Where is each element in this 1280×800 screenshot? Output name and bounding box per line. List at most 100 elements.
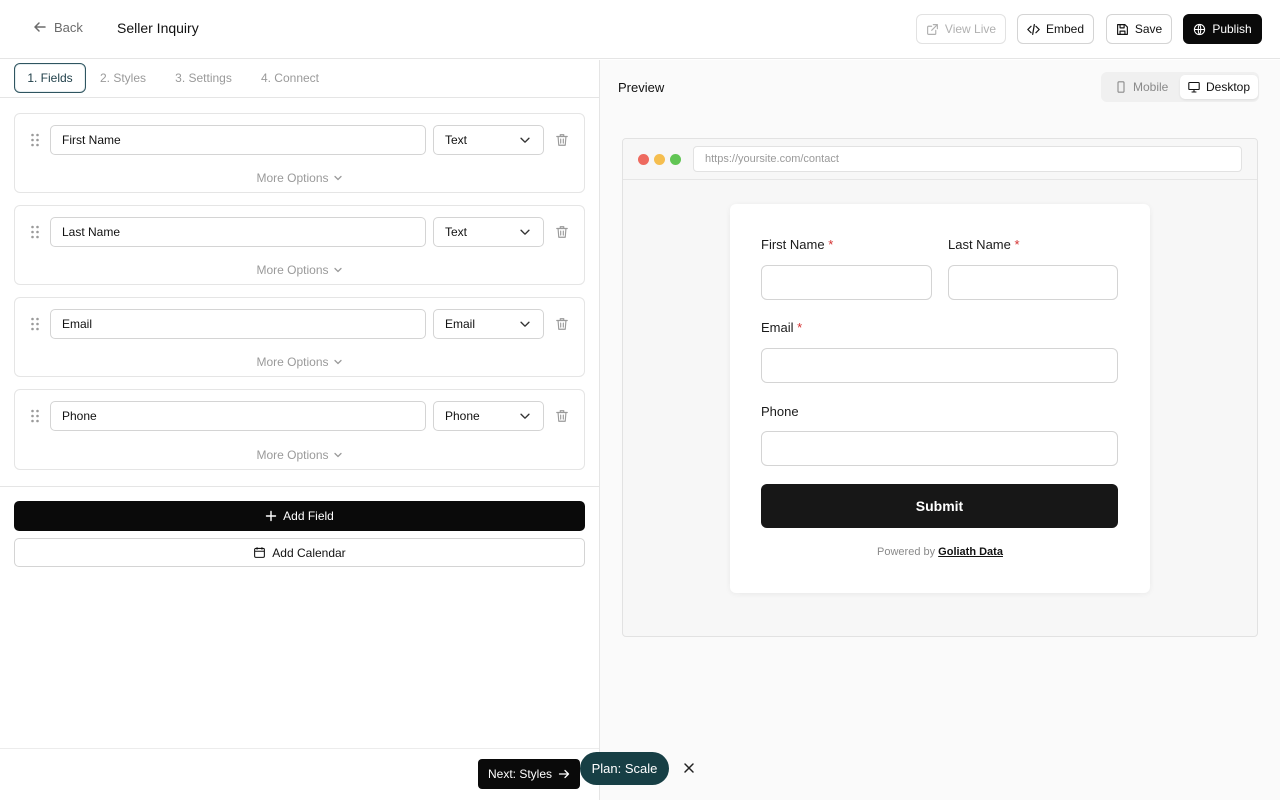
drag-handle-icon[interactable] [30,316,40,332]
device-toggle: Mobile Desktop [1101,72,1259,102]
window-minimize-dot [654,154,665,165]
field-type-select[interactable]: Email [433,309,544,339]
chevron-down-icon [520,321,530,327]
browser-frame: https://yoursite.com/contact First Name … [622,138,1258,637]
plan-badge[interactable]: Plan: Scale [580,752,669,785]
globe-icon [1194,23,1206,35]
step-tabs: 1. Fields 2. Styles 3. Settings 4. Conne… [0,60,599,98]
browser-bar: https://yoursite.com/contact [623,139,1257,180]
next-label: Next: Styles [487,767,553,781]
drag-handle-icon[interactable] [30,408,40,424]
chevron-down-icon [520,413,530,419]
field-row: Email Email More Options [14,297,585,377]
add-field-label: Add Field [283,509,334,523]
tab-settings[interactable]: 3. Settings [170,63,237,93]
top-bar: Back Seller Inquiry View Live Embed Save… [0,0,1280,59]
window-maximize-dot [670,154,681,165]
preview-title: Preview [618,80,665,95]
field-type-value: Phone [445,409,480,423]
back-button[interactable]: Back [32,19,83,35]
add-field-button[interactable]: Add Field [14,501,585,531]
first-name-input[interactable] [761,265,932,300]
field-type-select[interactable]: Phone [433,401,544,431]
tab-connect[interactable]: 4. Connect [256,63,324,93]
device-mobile-button[interactable]: Mobile [1107,75,1176,99]
footer-divider [0,748,599,749]
field-name-input[interactable]: Phone [50,401,426,431]
drag-handle-icon[interactable] [30,132,40,148]
tab-styles[interactable]: 2. Styles [95,63,151,93]
embed-label: Embed [1045,22,1085,36]
divider [0,486,599,487]
more-options-label: More Options [256,263,329,277]
chevron-down-icon [520,137,530,143]
save-icon [1116,23,1128,35]
more-options-toggle[interactable]: More Options [15,171,584,185]
plus-icon [265,510,277,522]
add-calendar-label: Add Calendar [272,545,346,560]
field-type-select[interactable]: Text [433,125,544,155]
fields-panel: 1. Fields 2. Styles 3. Settings 4. Conne… [0,60,599,748]
add-calendar-button[interactable]: Add Calendar [14,538,585,567]
arrow-left-icon [34,22,46,32]
save-label: Save [1134,22,1163,36]
chevron-down-icon [333,359,342,365]
field-type-value: Email [445,317,476,331]
last-name-label: Last Name * [948,237,1020,252]
more-options-label: More Options [256,171,329,185]
trash-icon[interactable] [555,133,569,147]
back-label: Back [54,19,83,35]
external-link-icon [926,23,938,35]
more-options-label: More Options [256,355,329,369]
email-input[interactable] [761,348,1118,383]
more-options-toggle[interactable]: More Options [15,263,584,277]
more-options-toggle[interactable]: More Options [15,448,584,462]
trash-icon[interactable] [555,317,569,331]
close-icon[interactable] [682,761,696,775]
submit-button[interactable]: Submit [761,484,1118,528]
save-button[interactable]: Save [1106,14,1172,44]
chevron-down-icon [520,229,530,235]
phone-input[interactable] [761,431,1118,466]
field-name-input[interactable]: Email [50,309,426,339]
more-options-toggle[interactable]: More Options [15,355,584,369]
view-live-label: View Live [944,22,997,36]
view-live-button[interactable]: View Live [916,14,1006,44]
embed-button[interactable]: Embed [1017,14,1094,44]
publish-button[interactable]: Publish [1183,14,1262,44]
url-bar: https://yoursite.com/contact [693,146,1242,172]
mobile-icon [1117,81,1125,93]
monitor-icon [1188,81,1200,93]
last-name-input[interactable] [948,265,1118,300]
next-styles-button[interactable]: Next: Styles [478,759,580,789]
trash-icon[interactable] [555,409,569,423]
code-icon [1027,23,1040,35]
device-mobile-label: Mobile [1133,80,1169,94]
field-row: First Name Text More Options [14,113,585,193]
drag-handle-icon[interactable] [30,224,40,240]
field-name-input[interactable]: First Name [50,125,426,155]
form-preview-card: First Name * Last Name * Email * Phone S… [730,204,1150,593]
device-desktop-label: Desktop [1206,80,1251,94]
field-name-input[interactable]: Last Name [50,217,426,247]
tab-fields[interactable]: 1. Fields [14,63,86,93]
more-options-label: More Options [256,448,329,462]
chevron-down-icon [333,452,342,458]
field-type-select[interactable]: Text [433,217,544,247]
field-type-value: Text [445,225,468,239]
email-label: Email * [761,320,803,335]
trash-icon[interactable] [555,225,569,239]
chevron-down-icon [333,175,342,181]
chevron-down-icon [333,267,342,273]
window-close-dot [638,154,649,165]
powered-by: Powered by Goliath Data [877,546,1003,558]
device-desktop-button[interactable]: Desktop [1180,75,1259,99]
field-row: Last Name Text More Options [14,205,585,285]
field-row: Phone Phone More Options [14,389,585,470]
arrow-right-icon [558,769,570,779]
preview-panel: Preview Mobile Desktop https://yoursite.… [600,60,1280,800]
powered-by-link[interactable]: Goliath Data [938,546,1003,558]
publish-label: Publish [1212,22,1252,36]
page-title: Seller Inquiry [117,20,199,36]
calendar-icon [254,547,266,558]
